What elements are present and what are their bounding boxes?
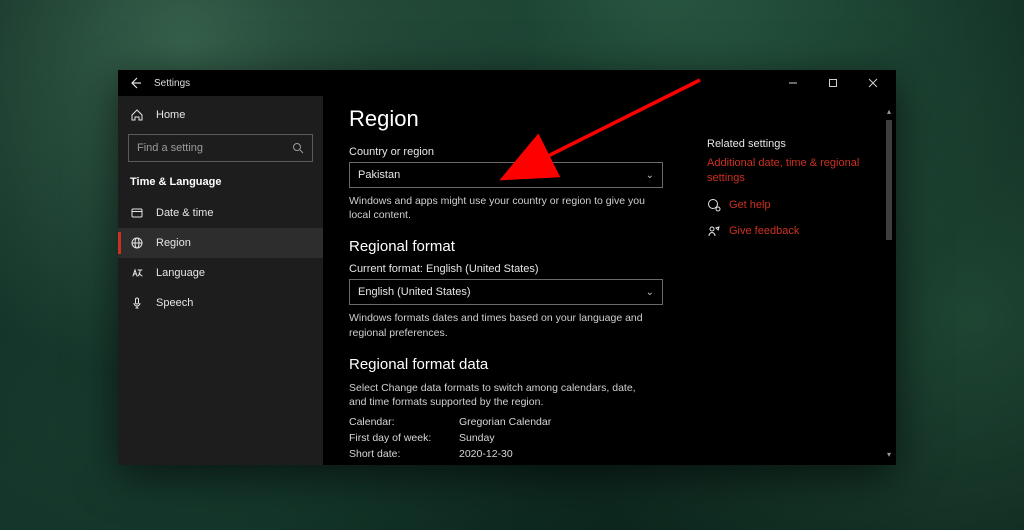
microphone-icon xyxy=(130,296,144,310)
sidebar: Home Find a setting Time & Language Date… xyxy=(118,96,323,465)
current-format-label: Current format: English (United States) xyxy=(349,263,669,275)
maximize-button[interactable] xyxy=(816,73,850,93)
regional-format-heading: Regional format xyxy=(349,238,669,255)
sidebar-home-label: Home xyxy=(156,109,185,121)
sidebar-item-region[interactable]: Region xyxy=(118,228,323,258)
chevron-down-icon: ⌄ xyxy=(646,287,654,298)
country-help: Windows and apps might use your country … xyxy=(349,194,649,222)
sidebar-category: Time & Language xyxy=(118,170,323,196)
sidebar-item-date-time[interactable]: Date & time xyxy=(118,198,323,228)
sidebar-item-label: Language xyxy=(156,267,205,279)
related-panel: Related settings Additional date, time &… xyxy=(707,106,877,465)
regional-data-help: Select Change data formats to switch amo… xyxy=(349,381,649,409)
home-icon xyxy=(130,108,144,122)
sidebar-item-label: Date & time xyxy=(156,207,213,219)
page-title: Region xyxy=(349,106,669,132)
sidebar-home[interactable]: Home xyxy=(118,100,323,130)
format-value: English (United States) xyxy=(358,286,471,298)
main-content: Region Country or region Pakistan ⌄ Wind… xyxy=(323,96,896,465)
sidebar-item-language[interactable]: Language xyxy=(118,258,323,288)
calendar-key: Calendar: xyxy=(349,415,459,431)
firstday-value: Sunday xyxy=(459,431,495,447)
get-help-label: Get help xyxy=(729,199,771,211)
format-help: Windows formats dates and times based on… xyxy=(349,311,649,339)
scrollbar[interactable]: ▴ ▾ xyxy=(884,106,894,459)
country-dropdown[interactable]: Pakistan ⌄ xyxy=(349,162,663,188)
scroll-up-icon[interactable]: ▴ xyxy=(884,106,894,116)
related-heading: Related settings xyxy=(707,138,877,150)
get-help-link[interactable]: Get help xyxy=(707,198,877,212)
settings-window: Settings Home Find a setting xyxy=(118,70,896,465)
language-icon xyxy=(130,266,144,280)
country-label: Country or region xyxy=(349,146,669,158)
chevron-down-icon: ⌄ xyxy=(646,170,654,181)
search-placeholder: Find a setting xyxy=(137,142,203,154)
data-row-firstday: First day of week: Sunday xyxy=(349,431,669,447)
scroll-thumb[interactable] xyxy=(886,120,892,240)
help-icon xyxy=(707,198,721,212)
shortdate-value: 2020-12-30 xyxy=(459,447,513,463)
data-row-shortdate: Short date: 2020-12-30 xyxy=(349,447,669,463)
give-feedback-label: Give feedback xyxy=(729,225,799,237)
search-input[interactable]: Find a setting xyxy=(128,134,313,162)
clock-icon xyxy=(130,206,144,220)
sidebar-item-label: Speech xyxy=(156,297,193,309)
country-value: Pakistan xyxy=(358,169,400,181)
give-feedback-link[interactable]: Give feedback xyxy=(707,224,877,238)
close-button[interactable] xyxy=(856,73,890,93)
back-button[interactable] xyxy=(128,75,144,91)
firstday-key: First day of week: xyxy=(349,431,459,447)
format-dropdown[interactable]: English (United States) ⌄ xyxy=(349,279,663,305)
regional-data-heading: Regional format data xyxy=(349,356,669,373)
titlebar: Settings xyxy=(118,70,896,96)
calendar-value: Gregorian Calendar xyxy=(459,415,551,431)
sidebar-item-label: Region xyxy=(156,237,191,249)
data-row-calendar: Calendar: Gregorian Calendar xyxy=(349,415,669,431)
sidebar-item-speech[interactable]: Speech xyxy=(118,288,323,318)
related-link[interactable]: Additional date, time & regional setting… xyxy=(707,156,877,186)
minimize-button[interactable] xyxy=(776,73,810,93)
scroll-down-icon[interactable]: ▾ xyxy=(884,449,894,459)
globe-icon xyxy=(130,236,144,250)
search-icon xyxy=(292,142,304,154)
window-title: Settings xyxy=(154,78,190,89)
shortdate-key: Short date: xyxy=(349,447,459,463)
feedback-icon xyxy=(707,224,721,238)
